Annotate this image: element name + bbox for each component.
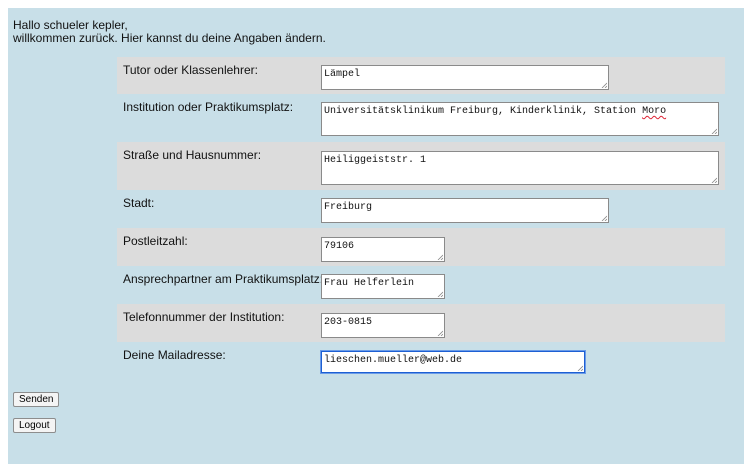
row-email: Deine Mailadresse: lieschen.mueller@web.…: [117, 342, 725, 379]
row-contact: Ansprechpartner am Praktikumsplatz: Frau…: [117, 266, 725, 304]
tutor-value: Lämpel: [324, 69, 361, 80]
label-phone: Telefonnummer der Institution:: [123, 310, 285, 324]
label-institution: Institution oder Praktikumsplatz:: [123, 100, 294, 114]
logout-button[interactable]: Logout: [13, 418, 56, 433]
label-contact: Ansprechpartner am Praktikumsplatz:: [123, 272, 324, 286]
institution-value: Universitätsklinikum Freiburg, Kinderkli…: [324, 106, 643, 117]
resize-handle-icon[interactable]: [577, 365, 583, 371]
resize-handle-icon[interactable]: [437, 254, 443, 260]
email-textarea[interactable]: lieschen.mueller@web.de: [321, 351, 585, 373]
resize-handle-icon[interactable]: [437, 330, 443, 336]
send-button[interactable]: Senden: [13, 392, 60, 407]
email-value: lieschen.mueller@web.de: [324, 355, 463, 366]
resize-handle-icon[interactable]: [437, 291, 443, 297]
row-phone: Telefonnummer der Institution: 203-0815: [117, 304, 725, 342]
resize-handle-icon[interactable]: [711, 128, 717, 134]
zip-value: 79106: [324, 241, 355, 252]
label-email: Deine Mailadresse:: [123, 348, 226, 362]
row-street: Straße und Hausnummer: Heiliggeiststr. 1: [117, 142, 725, 190]
tutor-textarea[interactable]: Lämpel: [321, 65, 609, 90]
row-zip: Postleitzahl: 79106: [117, 228, 725, 266]
resize-handle-icon[interactable]: [601, 215, 607, 221]
contact-textarea[interactable]: Frau Helferlein: [321, 274, 445, 299]
row-tutor: Tutor oder Klassenlehrer: Lämpel: [117, 57, 725, 94]
label-city: Stadt:: [123, 196, 155, 210]
greeting-line-2: willkommen zurück. Hier kannst du deine …: [13, 31, 326, 45]
label-zip: Postleitzahl:: [123, 234, 188, 248]
label-tutor: Tutor oder Klassenlehrer:: [123, 63, 258, 77]
row-city: Stadt: Freiburg: [117, 190, 725, 228]
institution-value-flagged: Moro: [642, 106, 667, 117]
phone-textarea[interactable]: 203-0815: [321, 313, 445, 338]
row-institution: Institution oder Praktikumsplatz: Univer…: [117, 94, 725, 142]
phone-value: 203-0815: [324, 317, 373, 328]
street-textarea[interactable]: Heiliggeiststr. 1: [321, 151, 719, 185]
resize-handle-icon[interactable]: [601, 82, 607, 88]
city-value: Freiburg: [324, 202, 373, 213]
greeting: Hallo schueler kepler, willkommen zurück…: [13, 19, 326, 45]
contact-value: Frau Helferlein: [324, 278, 415, 289]
zip-textarea[interactable]: 79106: [321, 237, 445, 262]
resize-handle-icon[interactable]: [711, 177, 717, 183]
street-value: Heiliggeiststr. 1: [324, 155, 427, 166]
city-textarea[interactable]: Freiburg: [321, 198, 609, 223]
label-street: Straße und Hausnummer:: [123, 148, 262, 162]
institution-textarea[interactable]: Universitätsklinikum Freiburg, Kinderkli…: [321, 102, 719, 136]
